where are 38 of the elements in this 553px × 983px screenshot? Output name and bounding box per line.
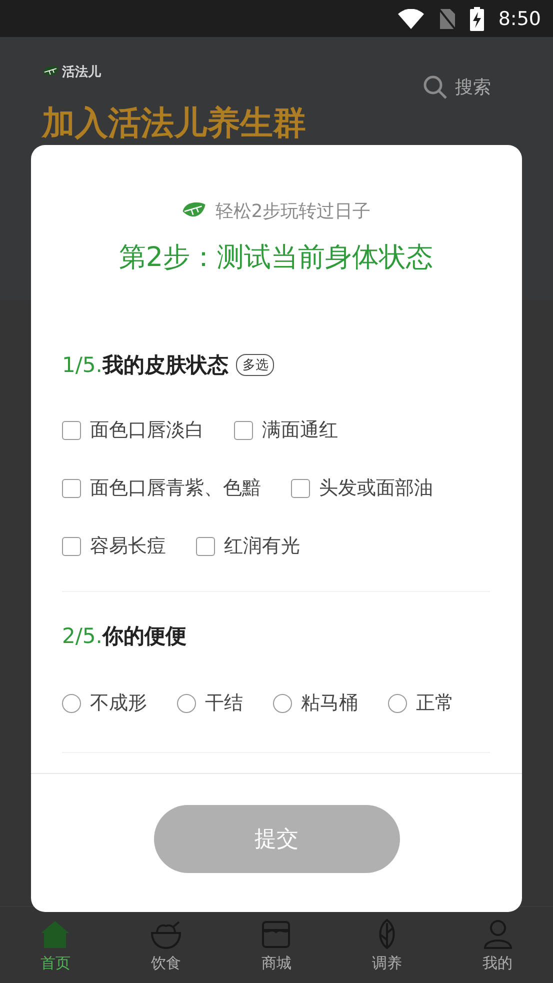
checkbox[interactable] <box>62 536 81 556</box>
radio-button[interactable] <box>62 694 81 712</box>
nav-tab[interactable]: 饮食 <box>142 913 189 977</box>
battery-icon <box>470 6 484 30</box>
radio-option[interactable]: 不成形 <box>62 690 147 716</box>
radio-option[interactable]: 干结 <box>177 690 243 716</box>
checkbox-option[interactable]: 红润有光 <box>196 533 300 559</box>
radio-option[interactable]: 正常 <box>388 690 454 716</box>
nav-tab[interactable]: 调养 <box>364 913 410 977</box>
dialog-title: 第2步：测试当前身体状态 <box>118 241 434 275</box>
checkbox[interactable] <box>196 536 215 556</box>
status-time: 8:50 <box>498 8 541 30</box>
nav-tab[interactable]: 我的 <box>474 913 521 977</box>
question-title: 1/5.我的皮肤状态 <box>62 352 228 379</box>
checkbox[interactable] <box>291 478 310 498</box>
radio-button[interactable] <box>177 694 196 712</box>
checkbox[interactable] <box>62 478 81 498</box>
question-title: 2/5.你的便便 <box>62 623 186 650</box>
radio-button[interactable] <box>273 694 292 712</box>
checkbox-option[interactable]: 面色口唇淡白 <box>62 417 204 443</box>
search-icon <box>423 75 447 99</box>
multi-select-tag: 多选 <box>236 354 274 376</box>
radio-button[interactable] <box>388 694 407 712</box>
nav-tab[interactable]: 首页 <box>32 913 78 977</box>
search-field[interactable]: 搜索 <box>423 75 491 99</box>
dialog-subtitle: 轻松2步玩转过日子 <box>215 200 371 223</box>
app-logo: 活法儿 <box>62 64 101 81</box>
checkbox[interactable] <box>62 420 81 440</box>
checkbox-option[interactable]: 容易长痘 <box>62 533 166 559</box>
banner-headline: 加入活法儿养生群 <box>42 102 307 144</box>
checkbox-option[interactable]: 面色口唇青紫、色黯 <box>62 475 261 501</box>
checkbox-option[interactable]: 头发或面部油 <box>291 475 433 501</box>
wifi-icon <box>398 8 424 28</box>
no-sim-icon <box>438 8 456 30</box>
nav-tab[interactable]: 商城 <box>253 913 300 977</box>
checkbox-option[interactable]: 满面通红 <box>234 417 338 443</box>
radio-option[interactable]: 粘马桶 <box>273 690 358 716</box>
checkbox[interactable] <box>234 420 253 440</box>
